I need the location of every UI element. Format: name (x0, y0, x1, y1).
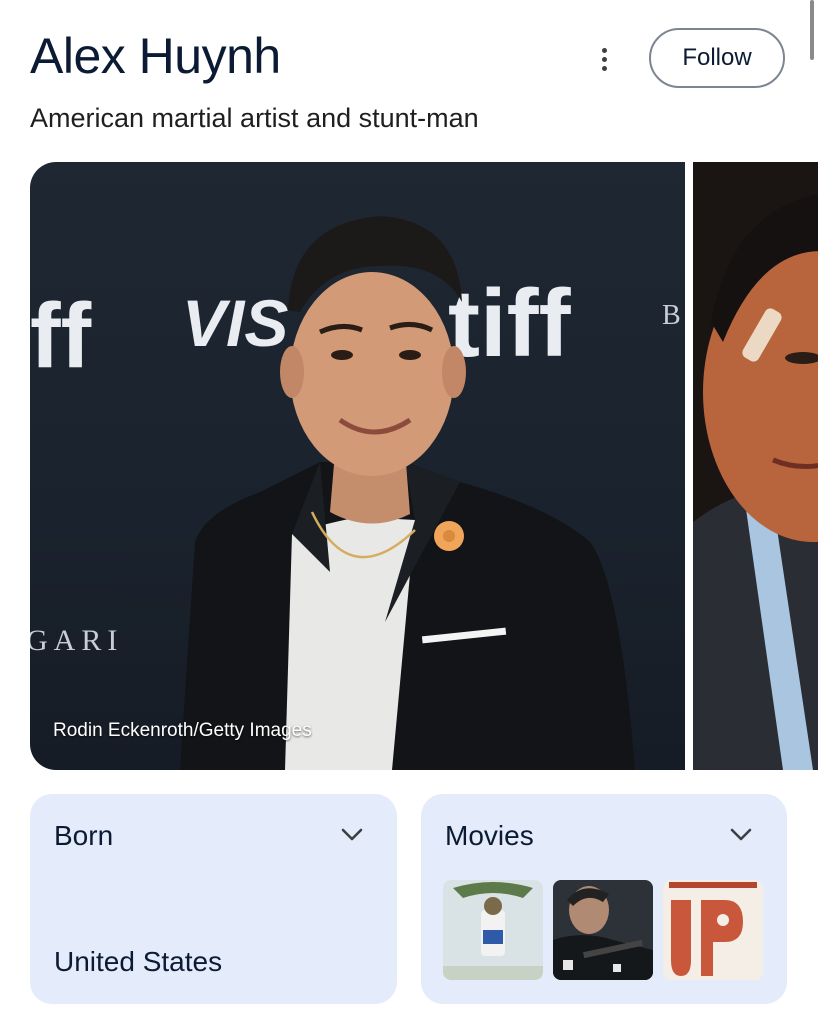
poster-image (553, 880, 653, 980)
scroll-indicator[interactable] (810, 0, 814, 60)
follow-button[interactable]: Follow (649, 28, 785, 88)
backdrop-text: B (662, 300, 681, 331)
movie-poster[interactable] (663, 880, 763, 980)
backdrop-text: tiff (448, 270, 572, 377)
backdrop-text: GARI (30, 624, 123, 657)
movie-poster[interactable] (553, 880, 653, 980)
born-value: United States (54, 946, 223, 977)
movie-poster[interactable] (443, 880, 543, 980)
more-options-button[interactable] (590, 42, 618, 76)
movies-card[interactable]: Movies (421, 794, 787, 1004)
poster-image (443, 880, 543, 980)
chevron-down-icon[interactable] (341, 828, 363, 842)
portrait-image: ff VIS tiff B GARI (30, 216, 681, 770)
main-photo[interactable]: ff VIS tiff B GARI (30, 162, 685, 770)
backdrop-text: VIS (182, 286, 288, 360)
chevron-down-icon[interactable] (730, 828, 752, 842)
entity-title: Alex Huynh (30, 28, 281, 84)
more-vert-icon (601, 47, 607, 53)
entity-subtitle: American martial artist and stunt-man (30, 103, 479, 133)
photo-credit: Rodin Eckenroth/Getty Images (53, 720, 312, 741)
poster-image (663, 880, 763, 980)
born-card[interactable]: Born United States (30, 794, 397, 1004)
backdrop-text: ff (30, 285, 92, 387)
portrait-image (693, 162, 818, 770)
born-card-title: Born (54, 820, 114, 851)
secondary-photo[interactable] (693, 162, 818, 770)
image-carousel[interactable]: ff VIS tiff B GARI (0, 162, 818, 770)
movies-card-title: Movies (445, 820, 534, 851)
